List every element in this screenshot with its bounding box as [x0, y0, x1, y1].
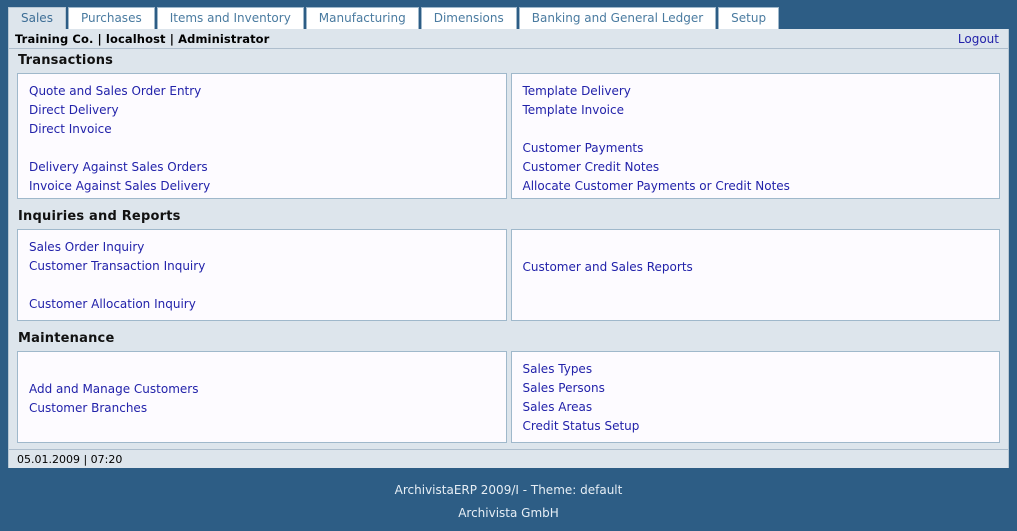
- section-body-maintenance: Add and Manage Customers Customer Branch…: [9, 351, 1008, 449]
- status-bar-datetime: 05.01.2009 | 07:20: [9, 449, 1008, 468]
- footer-version-theme: ArchivistaERP 2009/I - Theme: default: [394, 483, 623, 497]
- link-sales-persons[interactable]: Sales Persons: [512, 379, 1000, 398]
- tab-dimensions[interactable]: Dimensions: [420, 7, 517, 29]
- link-credit-status-setup[interactable]: Credit Status Setup: [512, 417, 1000, 436]
- page-frame: Training Co. | localhost | Administrator…: [8, 29, 1009, 468]
- link-customer-and-sales-reports[interactable]: Customer and Sales Reports: [512, 258, 1000, 277]
- inquiries-left-panel: Sales Order Inquiry Customer Transaction…: [17, 229, 507, 321]
- link-quote-and-sales-order-entry[interactable]: Quote and Sales Order Entry: [18, 82, 506, 101]
- application-window: Sales Purchases Items and Inventory Manu…: [0, 0, 1017, 531]
- link-customer-payments[interactable]: Customer Payments: [512, 139, 1000, 158]
- tab-setup[interactable]: Setup: [718, 7, 780, 29]
- inquiries-right-panel: Customer and Sales Reports: [510, 229, 1000, 321]
- link-sales-types[interactable]: Sales Types: [512, 360, 1000, 379]
- link-template-invoice[interactable]: Template Invoice: [512, 101, 1000, 120]
- tab-manufacturing[interactable]: Manufacturing: [305, 7, 419, 29]
- logout-link[interactable]: Logout: [958, 32, 999, 46]
- page-footer: ArchivistaERP 2009/I - Theme: default Ar…: [0, 468, 1017, 525]
- user-context-bar: Training Co. | localhost | Administrator…: [9, 29, 1008, 49]
- menu-spacer: [512, 120, 1000, 139]
- section-title-maintenance: Maintenance: [9, 327, 1008, 351]
- link-customer-allocation-inquiry[interactable]: Customer Allocation Inquiry: [18, 295, 506, 314]
- link-add-and-manage-customers[interactable]: Add and Manage Customers: [18, 380, 506, 399]
- link-delivery-against-sales-orders[interactable]: Delivery Against Sales Orders: [18, 158, 506, 177]
- section-title-transactions: Transactions: [9, 49, 1008, 73]
- link-invoice-against-sales-delivery[interactable]: Invoice Against Sales Delivery: [18, 177, 506, 196]
- tab-banking-and-general-ledger[interactable]: Banking and General Ledger: [518, 7, 717, 29]
- main-tab-bar: Sales Purchases Items and Inventory Manu…: [0, 0, 1017, 29]
- link-sales-areas[interactable]: Sales Areas: [512, 398, 1000, 417]
- maintenance-right-panel: Sales Types Sales Persons Sales Areas Cr…: [510, 351, 1000, 443]
- tab-items-and-inventory[interactable]: Items and Inventory: [156, 7, 304, 29]
- link-template-delivery[interactable]: Template Delivery: [512, 82, 1000, 101]
- menu-spacer: [18, 276, 506, 295]
- section-title-inquiries-and-reports: Inquiries and Reports: [9, 205, 1008, 229]
- company-user-context: Training Co. | localhost | Administrator: [15, 31, 270, 46]
- tab-sales[interactable]: Sales: [8, 7, 66, 29]
- transactions-left-panel: Quote and Sales Order Entry Direct Deliv…: [17, 73, 507, 199]
- link-customer-branches[interactable]: Customer Branches: [18, 399, 506, 418]
- tab-purchases[interactable]: Purchases: [67, 7, 155, 29]
- link-customer-transaction-inquiry[interactable]: Customer Transaction Inquiry: [18, 257, 506, 276]
- section-body-inquiries-and-reports: Sales Order Inquiry Customer Transaction…: [9, 229, 1008, 327]
- maintenance-left-panel: Add and Manage Customers Customer Branch…: [17, 351, 507, 443]
- menu-spacer: [18, 139, 506, 158]
- link-direct-invoice[interactable]: Direct Invoice: [18, 120, 506, 139]
- transactions-right-panel: Template Delivery Template Invoice Custo…: [510, 73, 1000, 199]
- link-customer-credit-notes[interactable]: Customer Credit Notes: [512, 158, 1000, 177]
- footer-company: Archivista GmbH: [458, 506, 559, 520]
- link-allocate-customer-payments-or-credit-notes[interactable]: Allocate Customer Payments or Credit Not…: [512, 177, 1000, 196]
- section-body-transactions: Quote and Sales Order Entry Direct Deliv…: [9, 73, 1008, 205]
- link-sales-order-inquiry[interactable]: Sales Order Inquiry: [18, 238, 506, 257]
- link-direct-delivery[interactable]: Direct Delivery: [18, 101, 506, 120]
